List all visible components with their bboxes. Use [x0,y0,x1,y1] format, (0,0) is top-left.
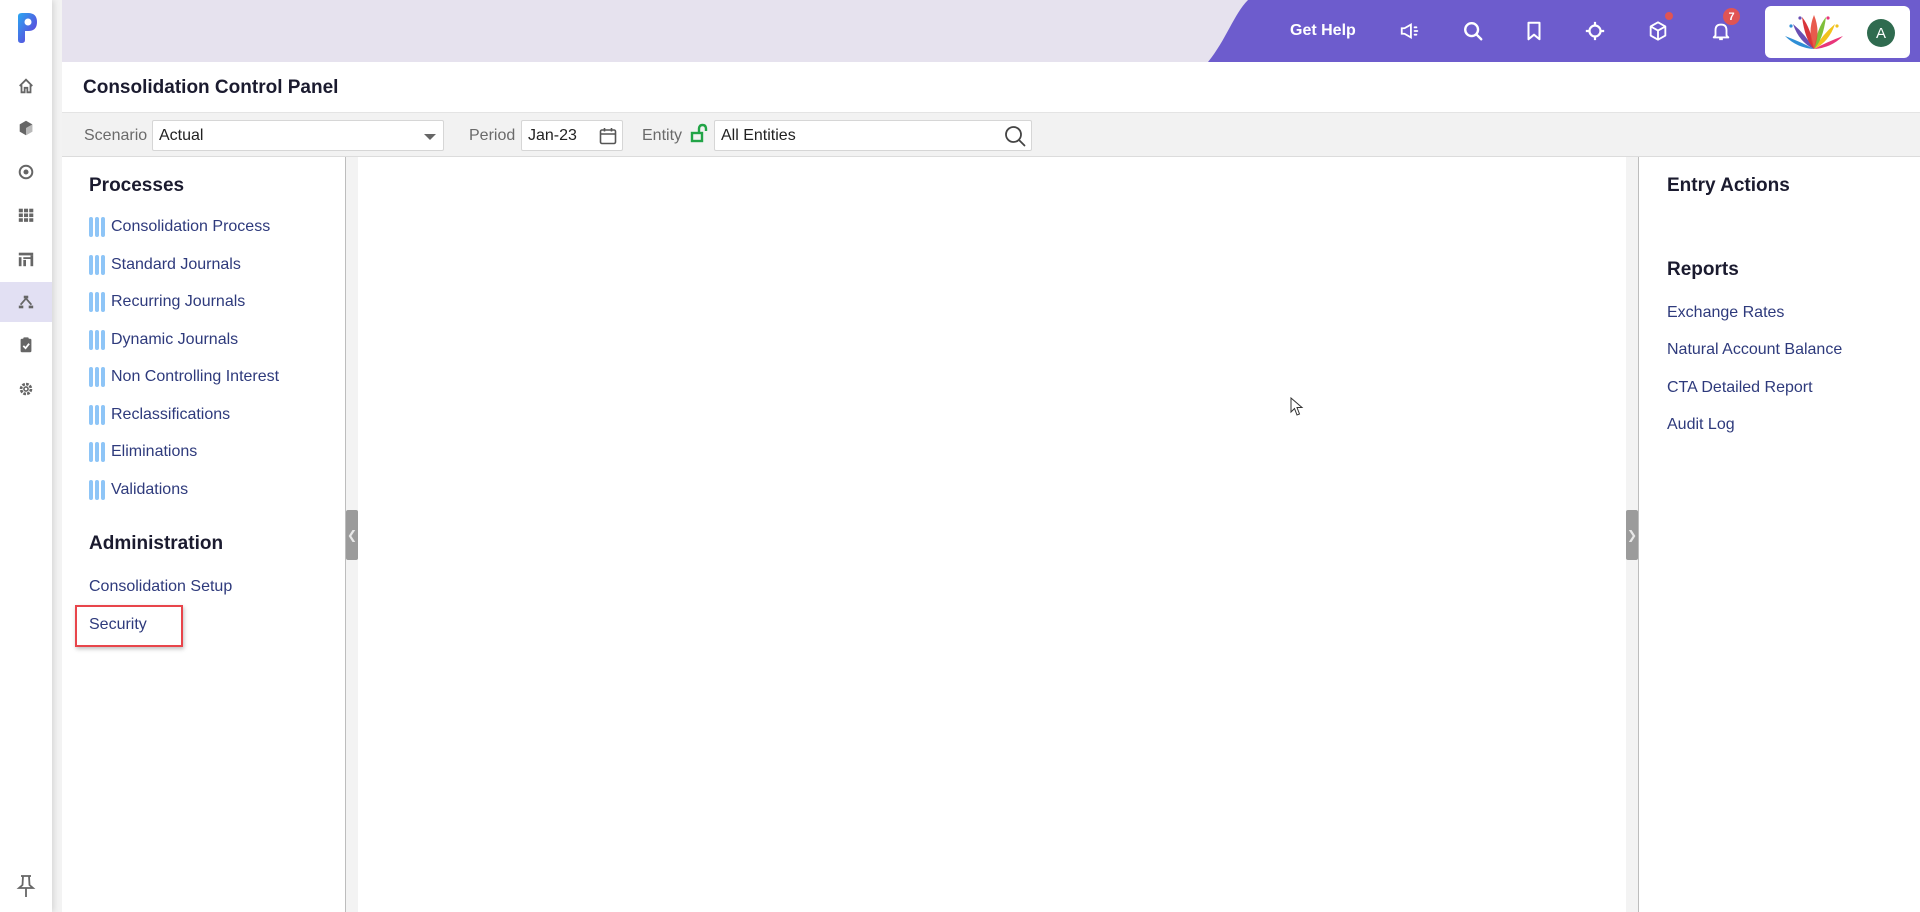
page-title: Consolidation Control Panel [83,77,339,98]
cube-icon [19,120,33,136]
process-non-controlling-interest[interactable]: Non Controlling Interest [89,367,279,387]
process-label: Eliminations [111,443,198,460]
process-label: Validations [111,481,189,498]
process-bars-icon [89,480,105,500]
title-bar: Consolidation Control Panel [62,62,1920,113]
rail-models[interactable] [0,108,52,148]
packages-dot [1665,12,1673,20]
process-recurring-journals[interactable]: Recurring Journals [89,292,245,312]
process-bars-icon [89,292,105,312]
rail-consolidation[interactable] [0,282,52,322]
process-eliminations[interactable]: Eliminations [89,442,197,462]
process-validations[interactable]: Validations [89,480,188,500]
scenario-label: Scenario [84,127,148,144]
notifications-button[interactable]: 7 [1708,8,1740,44]
pin-icon[interactable] [16,874,36,898]
report-exchange-rates[interactable]: Exchange Rates [1667,304,1784,322]
announcement-icon [1400,23,1419,39]
rail-home[interactable] [0,66,52,106]
rail-sheets[interactable] [0,195,52,235]
scenario-value: Actual [159,127,204,144]
administration-title: Administration [89,533,224,554]
get-help-link[interactable]: Get Help [1290,22,1356,40]
process-label: Dynamic Journals [111,331,239,348]
bookmarks-button[interactable] [1521,18,1547,44]
process-label: Recurring Journals [111,293,246,310]
period-label: Period [469,127,516,144]
report-cta-detailed[interactable]: CTA Detailed Report [1667,379,1813,397]
calendar-icon[interactable] [598,126,618,146]
rail-tasks[interactable] [0,325,52,365]
chevron-right-icon: ❯ [1626,528,1638,542]
process-label: Reclassifications [111,406,231,423]
bookmark-icon [1527,21,1541,41]
clipboard-check-icon [20,337,32,353]
notification-badge: 7 [1723,8,1740,25]
chevron-down-icon [424,134,436,140]
box-icon [1649,21,1667,41]
right-panel: Entry Actions Reports Exchange Rates Nat… [1638,157,1920,912]
security-highlight [75,605,183,647]
collapse-right-handle[interactable]: ❯ [1626,510,1638,560]
dashboard-icon [18,252,34,267]
target-button[interactable] [1582,18,1608,44]
entity-value: All Entities [721,127,796,144]
mouse-cursor-icon [1290,397,1304,416]
process-consolidation-process[interactable]: Consolidation Process [89,217,270,237]
app-logo[interactable] [16,12,38,44]
collapse-left-handle[interactable]: ❮ [346,510,358,560]
announcements-button[interactable] [1397,18,1423,44]
rail-settings[interactable] [0,369,52,409]
filter-bar: Scenario Actual Period Jan-23 Entity All… [62,113,1920,157]
brand-box: A [1765,6,1910,58]
target-icon [18,164,34,180]
rail-objectives[interactable] [0,152,52,192]
search-icon[interactable] [1003,124,1027,148]
search-icon [1464,22,1483,41]
process-bars-icon [89,255,105,275]
period-picker[interactable]: Jan-23 [521,120,623,151]
entity-label: Entity [642,127,683,144]
left-panel: Processes Consolidation Process Standard… [62,157,346,912]
report-audit-log[interactable]: Audit Log [1667,416,1735,434]
gear-icon [19,382,33,396]
home-icon [19,78,33,94]
report-natural-account-balance[interactable]: Natural Account Balance [1667,341,1842,359]
process-standard-journals[interactable]: Standard Journals [89,255,241,275]
entity-field[interactable]: All Entities [714,120,1032,151]
center-panel [358,157,1626,912]
process-bars-icon [89,405,105,425]
packages-button[interactable] [1645,12,1673,44]
process-bars-icon [89,442,105,462]
process-dynamic-journals[interactable]: Dynamic Journals [89,330,238,350]
process-bars-icon [89,217,105,237]
unlock-icon[interactable] [690,123,708,143]
process-reclassifications[interactable]: Reclassifications [89,405,230,425]
process-label: Standard Journals [111,256,241,273]
process-label: Non Controlling Interest [111,368,280,385]
entry-actions-title: Entry Actions [1667,175,1790,196]
processes-title: Processes [89,175,185,196]
grid-icon [18,208,34,222]
nav-rail [0,0,52,912]
global-search-button[interactable] [1460,18,1486,44]
process-label: Consolidation Process [111,218,271,235]
user-avatar[interactable]: A [1867,19,1895,47]
chevron-left-icon: ❮ [346,528,358,542]
rail-dashboards[interactable] [0,239,52,279]
period-value: Jan-23 [528,127,577,144]
hierarchy-icon [18,295,34,309]
lotus-logo [1785,15,1843,49]
scenario-dropdown[interactable]: Actual [152,120,444,151]
reports-title: Reports [1667,259,1739,280]
consolidation-setup-link[interactable]: Consolidation Setup [89,578,232,596]
process-bars-icon [89,367,105,387]
process-bars-icon [89,330,105,350]
crosshair-icon [1585,21,1605,41]
